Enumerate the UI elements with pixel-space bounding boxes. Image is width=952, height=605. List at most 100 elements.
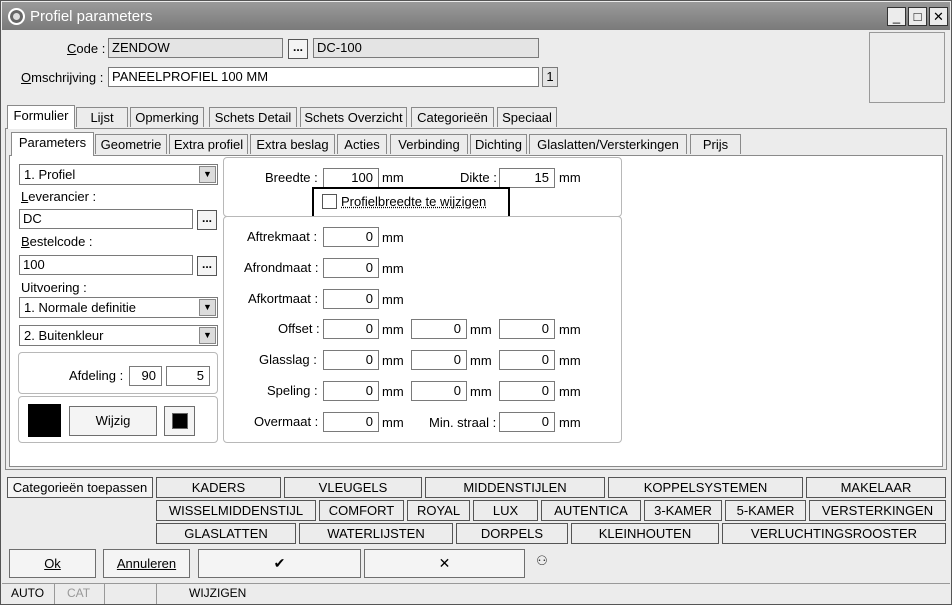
- tab-glaslatten-versterkingen[interactable]: Glaslatten/Versterkingen: [529, 134, 687, 154]
- cross-icon: ✕: [438, 555, 451, 571]
- speling-field-2[interactable]: 0: [411, 381, 467, 401]
- category-dorpels[interactable]: DORPELS: [456, 523, 568, 544]
- unit-label: mm: [382, 353, 404, 368]
- afdeling-field-1[interactable]: 90: [129, 366, 162, 386]
- leverancier-field[interactable]: DC: [19, 209, 193, 229]
- glasslag-field-2[interactable]: 0: [411, 350, 467, 370]
- tab-prijs[interactable]: Prijs: [690, 134, 741, 154]
- tab-parameters[interactable]: Parameters: [11, 132, 94, 156]
- ok-label: Ok: [44, 556, 61, 571]
- afkortmaat-field[interactable]: 0: [323, 289, 379, 309]
- binoculars-icon[interactable]: ⚇: [531, 553, 553, 573]
- category-autentica[interactable]: AUTENTICA: [541, 500, 641, 521]
- category-koppelsystemen[interactable]: KOPPELSYSTEMEN: [608, 477, 803, 498]
- profielbreedte-checkbox[interactable]: [322, 194, 337, 209]
- category-makelaar[interactable]: MAKELAAR: [806, 477, 946, 498]
- aftrekmaat-field[interactable]: 0: [323, 227, 379, 247]
- min-straal-label: Min. straal :: [429, 415, 497, 430]
- dikte-field[interactable]: 15: [499, 168, 555, 188]
- unit-label: mm: [559, 353, 581, 368]
- kleur-select[interactable]: 2. Buitenkleur ▼: [19, 325, 218, 346]
- breedte-field[interactable]: 100: [323, 168, 379, 188]
- title-bar[interactable]: Profiel parameters _ □ ✕: [2, 2, 950, 30]
- category-glaslatten[interactable]: GLASLATTEN: [156, 523, 296, 544]
- status-empty: [105, 584, 157, 604]
- category-kleinhouten[interactable]: KLEINHOUTEN: [571, 523, 719, 544]
- tab-acties[interactable]: Acties: [337, 134, 387, 154]
- unit-label: mm: [382, 230, 404, 245]
- chevron-down-icon[interactable]: ▼: [199, 166, 216, 183]
- tab-lijst[interactable]: Lijst: [76, 107, 128, 127]
- bestelcode-lookup-button[interactable]: ...: [197, 256, 217, 276]
- tab-verbinding[interactable]: Verbinding: [390, 134, 468, 154]
- profile-type-select[interactable]: 1. Profiel ▼: [19, 164, 218, 185]
- leverancier-lookup-button[interactable]: ...: [197, 210, 217, 230]
- omschrijving-field[interactable]: PANEELPROFIEL 100 MM: [108, 67, 539, 87]
- tab-extra-beslag[interactable]: Extra beslag: [250, 134, 335, 154]
- category-wisselmiddenstijl[interactable]: WISSELMIDDENSTIJL: [156, 500, 316, 521]
- afdeling-field-2[interactable]: 5: [166, 366, 210, 386]
- category-vleugels[interactable]: VLEUGELS: [284, 477, 422, 498]
- omschrijving-language-count[interactable]: 1: [542, 67, 558, 87]
- overmaat-field[interactable]: 0: [323, 412, 379, 432]
- code-field[interactable]: ZENDOW: [108, 38, 283, 58]
- glasslag-field-3[interactable]: 0: [499, 350, 555, 370]
- confirm-check-button[interactable]: ✔: [198, 549, 361, 578]
- uitvoering-select[interactable]: 1. Normale definitie ▼: [19, 297, 218, 318]
- cancel-cross-button[interactable]: ✕: [364, 549, 525, 578]
- offset-field-1[interactable]: 0: [323, 319, 379, 339]
- annuleren-button[interactable]: Annuleren: [103, 549, 190, 578]
- color-picker-button[interactable]: [164, 406, 195, 436]
- category-verluchtingsrooster[interactable]: VERLUCHTINGSROOSTER: [722, 523, 946, 544]
- kleur-value: 2. Buitenkleur: [24, 328, 104, 343]
- bestelcode-field[interactable]: 100: [19, 255, 193, 275]
- tab-dichting[interactable]: Dichting: [470, 134, 527, 154]
- color-swatch: [28, 404, 61, 437]
- afrondmaat-field[interactable]: 0: [323, 258, 379, 278]
- code-extra-field: DC-100: [313, 38, 539, 58]
- offset-field-2[interactable]: 0: [411, 319, 467, 339]
- speling-field-1[interactable]: 0: [323, 381, 379, 401]
- profielbreedte-checkbox-label[interactable]: Profielbreedte te wijzigen: [341, 194, 486, 209]
- unit-label: mm: [382, 170, 404, 185]
- offset-label: Offset :: [278, 321, 320, 336]
- category-waterlijsten[interactable]: WATERLIJSTEN: [299, 523, 453, 544]
- speling-field-3[interactable]: 0: [499, 381, 555, 401]
- glasslag-label: Glasslag :: [259, 352, 317, 367]
- bestelcode-label: Bestelcode :: [21, 234, 93, 249]
- afdeling-label: Afdeling :: [69, 368, 124, 383]
- chevron-down-icon[interactable]: ▼: [199, 299, 216, 316]
- offset-field-3[interactable]: 0: [499, 319, 555, 339]
- close-icon[interactable]: ✕: [929, 7, 948, 26]
- category-comfort[interactable]: COMFORT: [319, 500, 404, 521]
- breedte-label: Breedte :: [265, 170, 318, 185]
- category-5-kamer[interactable]: 5-KAMER: [725, 500, 806, 521]
- tab-schets-detail[interactable]: Schets Detail: [209, 107, 297, 127]
- min-straal-field[interactable]: 0: [499, 412, 555, 432]
- tab-opmerking[interactable]: Opmerking: [130, 107, 204, 127]
- category-lux[interactable]: LUX: [473, 500, 538, 521]
- color-square-icon: [172, 413, 188, 429]
- tab-geometrie[interactable]: Geometrie: [95, 134, 167, 154]
- tab-schets-overzicht[interactable]: Schets Overzicht: [300, 107, 407, 127]
- category-3-kamer[interactable]: 3-KAMER: [644, 500, 722, 521]
- status-cat: CAT: [61, 584, 105, 604]
- chevron-down-icon[interactable]: ▼: [199, 327, 216, 344]
- tab-categorieen[interactable]: Categorieën: [411, 107, 494, 127]
- code-lookup-button[interactable]: ...: [288, 39, 308, 59]
- unit-label: mm: [559, 384, 581, 399]
- category-kaders[interactable]: KADERS: [156, 477, 281, 498]
- maximize-icon[interactable]: □: [908, 7, 927, 26]
- window-title: Profiel parameters: [30, 8, 153, 25]
- tab-extra-profiel[interactable]: Extra profiel: [169, 134, 248, 154]
- category-versterkingen[interactable]: VERSTERKINGEN: [809, 500, 946, 521]
- tab-formulier[interactable]: Formulier: [7, 105, 75, 129]
- category-middenstijlen[interactable]: MIDDENSTIJLEN: [425, 477, 605, 498]
- categorieen-toepassen-button[interactable]: Categorieën toepassen: [7, 477, 153, 498]
- tab-speciaal[interactable]: Speciaal: [497, 107, 557, 127]
- wijzig-button[interactable]: Wijzig: [69, 406, 157, 436]
- minimize-icon[interactable]: _: [887, 7, 906, 26]
- glasslag-field-1[interactable]: 0: [323, 350, 379, 370]
- ok-button[interactable]: Ok: [9, 549, 96, 578]
- category-royal[interactable]: ROYAL: [407, 500, 470, 521]
